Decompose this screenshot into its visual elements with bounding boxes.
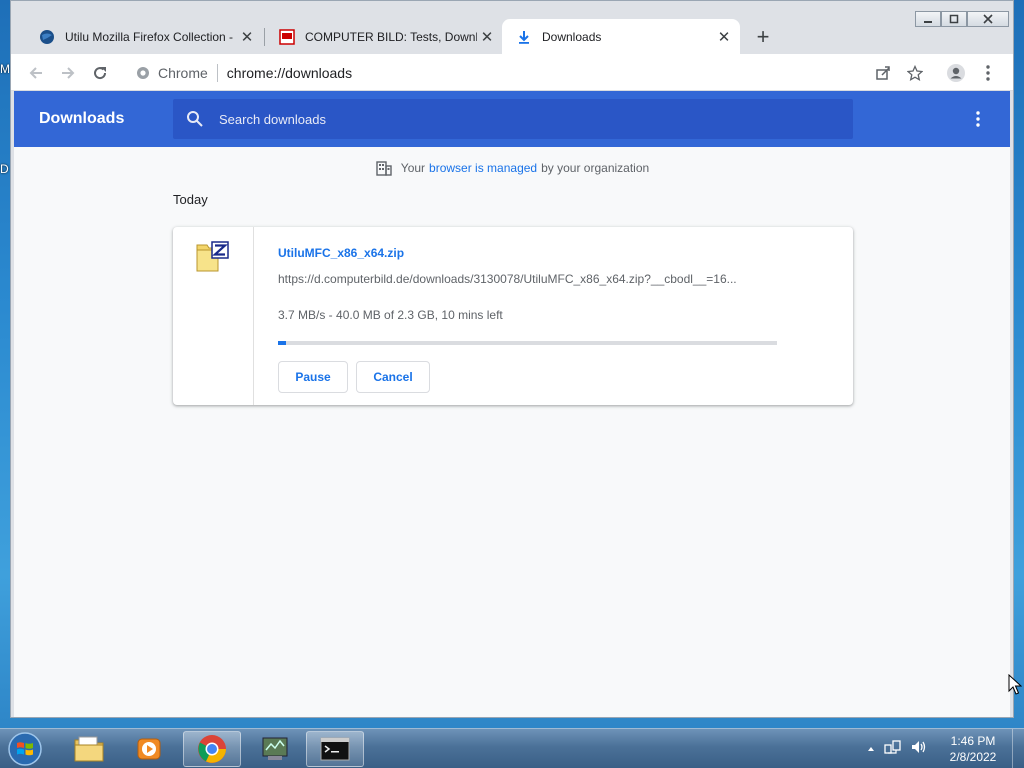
clock-time: 1:46 PM (950, 734, 996, 748)
download-status: 3.7 MB/s - 40.0 MB of 2.3 GB, 10 mins le… (278, 308, 503, 322)
taskbar-command-prompt[interactable] (306, 731, 364, 767)
file-url[interactable]: https://d.computerbild.de/downloads/3130… (278, 272, 778, 286)
clock-date: 2/8/2022 (949, 750, 997, 764)
media-player-icon (137, 738, 161, 760)
file-icon-column (173, 227, 254, 405)
bookmark-star-icon[interactable] (903, 61, 927, 85)
browser-menu-icon[interactable] (976, 61, 1000, 85)
zip-file-icon (196, 241, 229, 272)
browser-toolbar: Chrome chrome://downloads (11, 54, 1013, 91)
tab-downloads[interactable]: Downloads ✕ (502, 19, 740, 54)
progress-fill (278, 341, 287, 345)
volume-icon[interactable] (910, 739, 928, 760)
desktop-edge-letter-m: M (0, 62, 10, 76)
show-desktop-button[interactable] (1012, 729, 1024, 768)
new-tab-button[interactable]: + (751, 24, 775, 49)
download-icon (516, 29, 532, 45)
reload-button[interactable] (88, 61, 112, 85)
taskbar-clock[interactable]: 1:46 PM 2/8/2022 (940, 733, 1006, 765)
cancel-button[interactable]: Cancel (356, 361, 430, 393)
site-label: Chrome (158, 65, 208, 81)
start-button[interactable] (4, 730, 46, 768)
close-tab-icon[interactable]: ✕ (477, 27, 497, 47)
downloads-more-icon[interactable] (968, 109, 988, 129)
command-prompt-icon (320, 737, 350, 761)
downloads-page: Downloads Your browser is managed by you… (14, 91, 1010, 717)
search-input[interactable] (219, 111, 819, 127)
taskbar-explorer[interactable] (60, 731, 118, 767)
computerbild-icon (279, 28, 295, 45)
mouse-cursor-icon (1008, 674, 1022, 695)
maximize-button[interactable] (941, 11, 967, 27)
browser-window: Utilu Mozilla Firefox Collection - ✕ COM… (10, 0, 1014, 718)
chrome-icon (198, 735, 226, 763)
share-icon[interactable] (871, 61, 895, 85)
taskbar-chrome[interactable] (183, 731, 241, 767)
date-heading: Today (173, 192, 208, 207)
page-title: Downloads (39, 110, 125, 127)
url-text[interactable]: chrome://downloads (227, 65, 352, 81)
search-bar[interactable] (173, 99, 853, 139)
taskbar-media-player[interactable] (120, 731, 178, 767)
network-icon[interactable] (884, 739, 902, 760)
file-name-link[interactable]: UtiluMFC_x86_x64.zip (278, 246, 404, 260)
chrome-icon (137, 67, 149, 79)
network-monitor-icon (262, 737, 288, 760)
managed-notice: Your browser is managed by your organiza… (14, 159, 1010, 177)
tab-strip: Utilu Mozilla Firefox Collection - ✕ COM… (11, 1, 1013, 54)
close-tab-icon[interactable]: ✕ (714, 27, 734, 47)
search-icon (187, 111, 203, 127)
omnibox[interactable]: Chrome chrome://downloads (126, 58, 981, 88)
windows-logo-icon (8, 732, 42, 766)
omnibox-divider (216, 64, 218, 82)
close-window-button[interactable] (967, 11, 1009, 27)
minimize-button[interactable] (915, 11, 941, 27)
profile-avatar[interactable] (944, 61, 968, 85)
download-item: UtiluMFC_x86_x64.zip https://d.computerb… (173, 227, 853, 405)
back-button[interactable] (24, 61, 48, 85)
globe-icon (39, 29, 55, 45)
progress-bar (278, 341, 777, 345)
downloads-header: Downloads (14, 91, 1010, 147)
pause-button[interactable]: Pause (278, 361, 348, 393)
show-hidden-icons-icon[interactable] (866, 741, 876, 759)
close-tab-icon[interactable]: ✕ (237, 27, 257, 47)
folder-icon (74, 736, 104, 762)
system-tray (866, 739, 928, 760)
building-icon (376, 161, 392, 176)
tab-title: Utilu Mozilla Firefox Collection - (65, 29, 234, 44)
tab-title: Downloads (542, 29, 602, 44)
managed-notice-prefix: Your (400, 161, 426, 175)
managed-notice-suffix: by your organization (541, 161, 650, 175)
forward-button[interactable] (56, 61, 80, 85)
taskbar: 1:46 PM 2/8/2022 (0, 728, 1024, 768)
tab-computer-bild[interactable]: COMPUTER BILD: Tests, Downloa ✕ (265, 19, 503, 54)
site-info-chip[interactable]: Chrome (126, 65, 208, 81)
taskbar-network-tool[interactable] (246, 731, 304, 767)
managed-link[interactable]: browser is managed (429, 161, 537, 175)
tab-title: COMPUTER BILD: Tests, Downloa (305, 29, 477, 44)
desktop-edge-letter-d: D (0, 162, 9, 176)
tab-utilu-firefox[interactable]: Utilu Mozilla Firefox Collection - ✕ (25, 19, 263, 54)
